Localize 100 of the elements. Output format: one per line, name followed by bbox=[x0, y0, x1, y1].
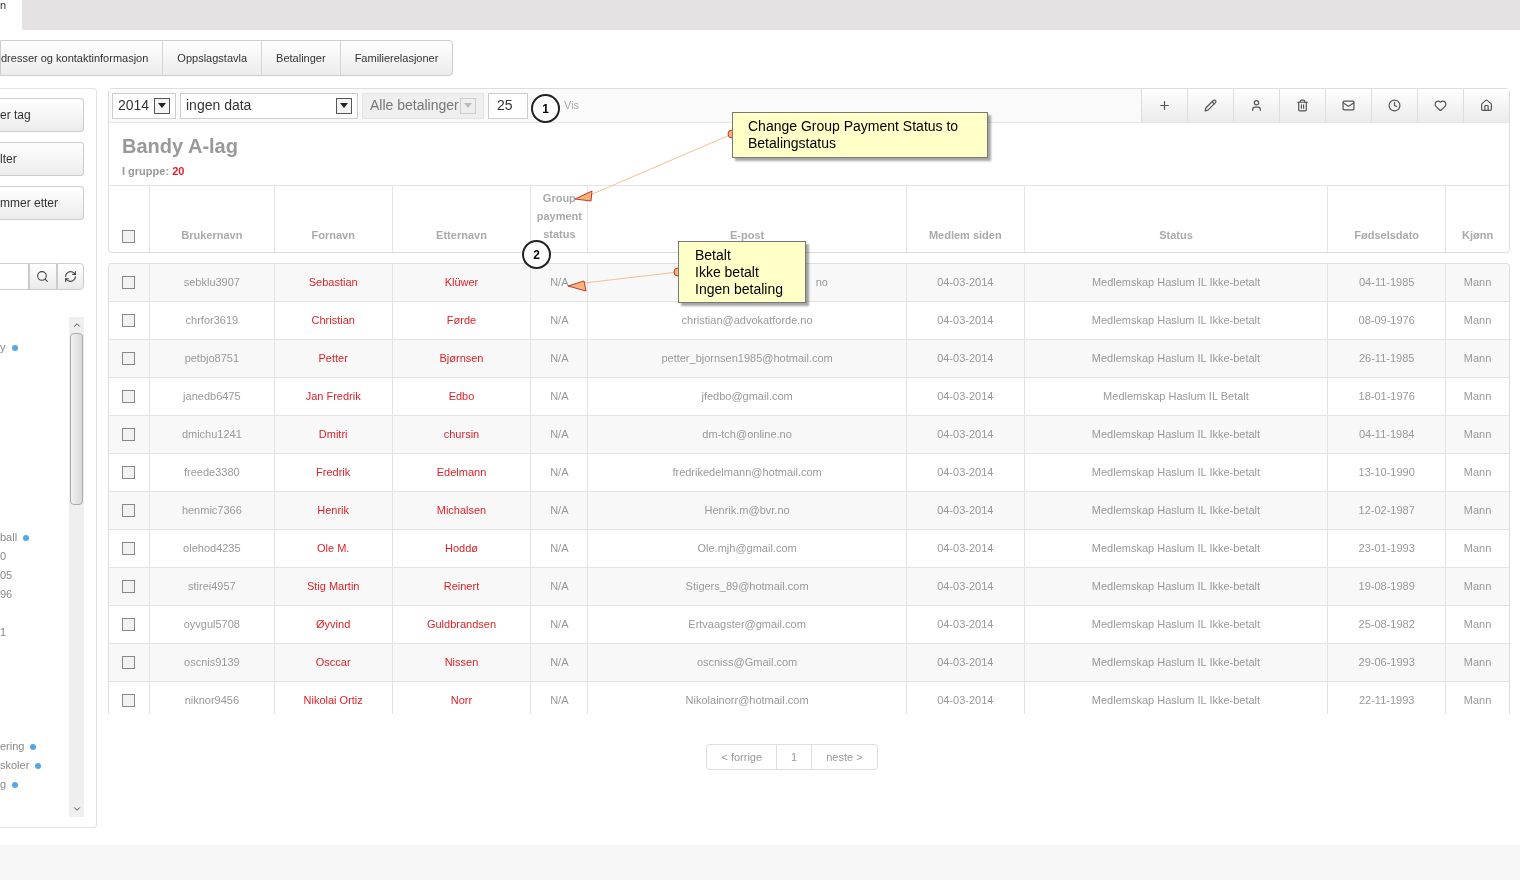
last-name-cell-text: Norr bbox=[450, 693, 473, 709]
caret-icon bbox=[460, 97, 476, 114]
sidebar-button[interactable]: er tag bbox=[0, 98, 84, 132]
data-dropdown[interactable]: ingen data bbox=[180, 92, 358, 119]
status-cell-text: Medlemskap Haslum IL Ikke-betalt bbox=[1091, 275, 1261, 291]
birth-date-cell-text: 18-01-1976 bbox=[1358, 389, 1415, 405]
gender-cell-text: Mann bbox=[1463, 465, 1492, 481]
list-item[interactable]: y bbox=[0, 339, 6, 356]
pagination-button[interactable]: 1 bbox=[776, 745, 812, 769]
column-header[interactable]: Status bbox=[1159, 226, 1193, 243]
search-button[interactable] bbox=[29, 263, 57, 290]
list-item[interactable]: 0 bbox=[0, 548, 7, 565]
column-header[interactable]: Group payment status bbox=[531, 189, 588, 243]
birth-date-cell-text: 23-01-1993 bbox=[1358, 541, 1415, 557]
email-cell-text: Ertvaagster@gmail.com bbox=[688, 617, 806, 633]
username-cell-text: olehod4235 bbox=[183, 541, 241, 557]
list-item[interactable]: 1 bbox=[0, 624, 7, 641]
email-cell-text: christian@advokatforde.no bbox=[681, 313, 813, 329]
column-header[interactable]: Etternavn bbox=[436, 226, 487, 243]
payment-status-cell-text: N/A bbox=[550, 427, 569, 443]
username-cell-text: dmichu1241 bbox=[181, 427, 242, 443]
member-since-cell-text: 04-03-2014 bbox=[937, 655, 994, 671]
first-name-cell-text: Dmitri bbox=[318, 427, 348, 443]
last-name-cell-text: Klüwer bbox=[444, 275, 479, 291]
payment-status-cell-text: N/A bbox=[550, 275, 569, 291]
last-name-cell-text: chursin bbox=[443, 427, 480, 443]
toolbar-button[interactable] bbox=[1233, 89, 1279, 122]
member-since-cell-text: 04-03-2014 bbox=[937, 427, 994, 443]
toolbar-button[interactable] bbox=[1279, 89, 1325, 122]
birth-date-cell-text: 19-08-1989 bbox=[1358, 579, 1415, 595]
search-field[interactable] bbox=[0, 263, 30, 290]
trash-icon bbox=[1296, 99, 1309, 112]
last-name-cell-text: Edbo bbox=[448, 389, 475, 405]
scrollbar-thumb[interactable] bbox=[70, 333, 83, 505]
checkbox[interactable] bbox=[122, 466, 136, 479]
checkbox[interactable] bbox=[122, 504, 136, 517]
username-cell-text: stirei4957 bbox=[188, 579, 236, 595]
sidebar-button[interactable]: mmer etter bbox=[0, 186, 84, 220]
toolbar-button[interactable] bbox=[1325, 89, 1371, 122]
tab[interactable]: Betalinger bbox=[261, 41, 340, 75]
list-item[interactable]: 05 bbox=[0, 567, 13, 584]
checkbox[interactable] bbox=[122, 542, 136, 555]
tab[interactable]: n bbox=[0, 0, 22, 30]
member-since-cell-text: 04-03-2014 bbox=[937, 351, 994, 367]
username-cell-text: petbjo8751 bbox=[184, 351, 240, 367]
column-header[interactable]: Kjønn bbox=[1461, 226, 1494, 243]
checkbox[interactable] bbox=[122, 580, 136, 593]
checkbox[interactable] bbox=[122, 428, 136, 441]
username-cell-text: chrfor3619 bbox=[185, 313, 239, 329]
gender-cell-text: Mann bbox=[1463, 351, 1492, 367]
user-icon bbox=[1250, 99, 1263, 112]
add-icon bbox=[1158, 99, 1171, 112]
callout-note: Betalt Ikke betalt Ingen betaling bbox=[678, 241, 806, 303]
status-cell-text: Medlemskap Haslum IL Ikke-betalt bbox=[1091, 313, 1261, 329]
email-cell-text: dm-tch@online.no bbox=[702, 427, 792, 443]
column-header[interactable]: Fødselsdato bbox=[1354, 226, 1420, 243]
member-since-cell-text: 04-03-2014 bbox=[937, 275, 994, 291]
sidebar-button[interactable]: lter bbox=[0, 142, 84, 176]
first-name-cell-text: Petter bbox=[318, 351, 348, 367]
scrollbar[interactable] bbox=[69, 317, 84, 817]
pagination-button[interactable]: < forrige bbox=[707, 745, 777, 769]
year-dropdown[interactable]: 2014 bbox=[112, 92, 176, 119]
gender-cell-text: Mann bbox=[1463, 693, 1492, 709]
column-header[interactable]: Brukernavn bbox=[181, 226, 243, 243]
tab[interactable]: Oppslagstavla bbox=[162, 41, 262, 75]
first-name-cell-text: Øyvind bbox=[316, 617, 351, 633]
toolbar-button[interactable] bbox=[1463, 89, 1509, 122]
tab[interactable]: dresser og kontaktinformasjon bbox=[1, 41, 163, 75]
checkbox[interactable] bbox=[122, 230, 136, 243]
list-item[interactable]: skoler bbox=[0, 757, 30, 774]
show-label: Vis bbox=[564, 98, 580, 114]
column-header[interactable]: Medlem siden bbox=[928, 226, 1002, 243]
list-item[interactable]: g bbox=[0, 776, 7, 793]
refresh-button[interactable] bbox=[56, 263, 84, 290]
first-name-cell-text: Stig Martin bbox=[306, 579, 360, 595]
toolbar-button[interactable] bbox=[1417, 89, 1463, 122]
column-header[interactable]: Fornavn bbox=[311, 226, 355, 243]
checkbox[interactable] bbox=[122, 314, 136, 327]
status-cell-text: Medlemskap Haslum IL Ikke-betalt bbox=[1091, 541, 1261, 557]
status-cell-text: Medlemskap Haslum IL Betalt bbox=[1103, 389, 1249, 405]
list-item[interactable]: 96 bbox=[0, 586, 13, 603]
checkbox[interactable] bbox=[122, 694, 136, 707]
pagination-button[interactable]: neste > bbox=[811, 745, 877, 769]
checkbox[interactable] bbox=[122, 618, 136, 631]
list-item[interactable]: ering bbox=[0, 738, 25, 755]
checkbox[interactable] bbox=[122, 656, 136, 669]
username-cell-text: oyvgul5708 bbox=[183, 617, 240, 633]
checkbox[interactable] bbox=[122, 352, 136, 365]
column-header[interactable]: E-post bbox=[729, 226, 765, 243]
per-page-field[interactable]: 25 bbox=[488, 92, 528, 119]
checkbox[interactable] bbox=[122, 390, 136, 403]
list-item[interactable]: ball bbox=[0, 529, 18, 546]
email-cell-text: petter_bjornsen1985@hotmail.com bbox=[661, 351, 833, 367]
checkbox[interactable] bbox=[122, 276, 136, 289]
toolbar-button[interactable] bbox=[1187, 89, 1233, 122]
toolbar-button[interactable] bbox=[1371, 89, 1417, 122]
gender-cell-text: Mann bbox=[1463, 313, 1492, 329]
payment-status-cell-text: N/A bbox=[550, 541, 569, 557]
tab[interactable]: Familierelasjoner bbox=[339, 41, 453, 75]
email-cell-text: no bbox=[815, 275, 828, 291]
